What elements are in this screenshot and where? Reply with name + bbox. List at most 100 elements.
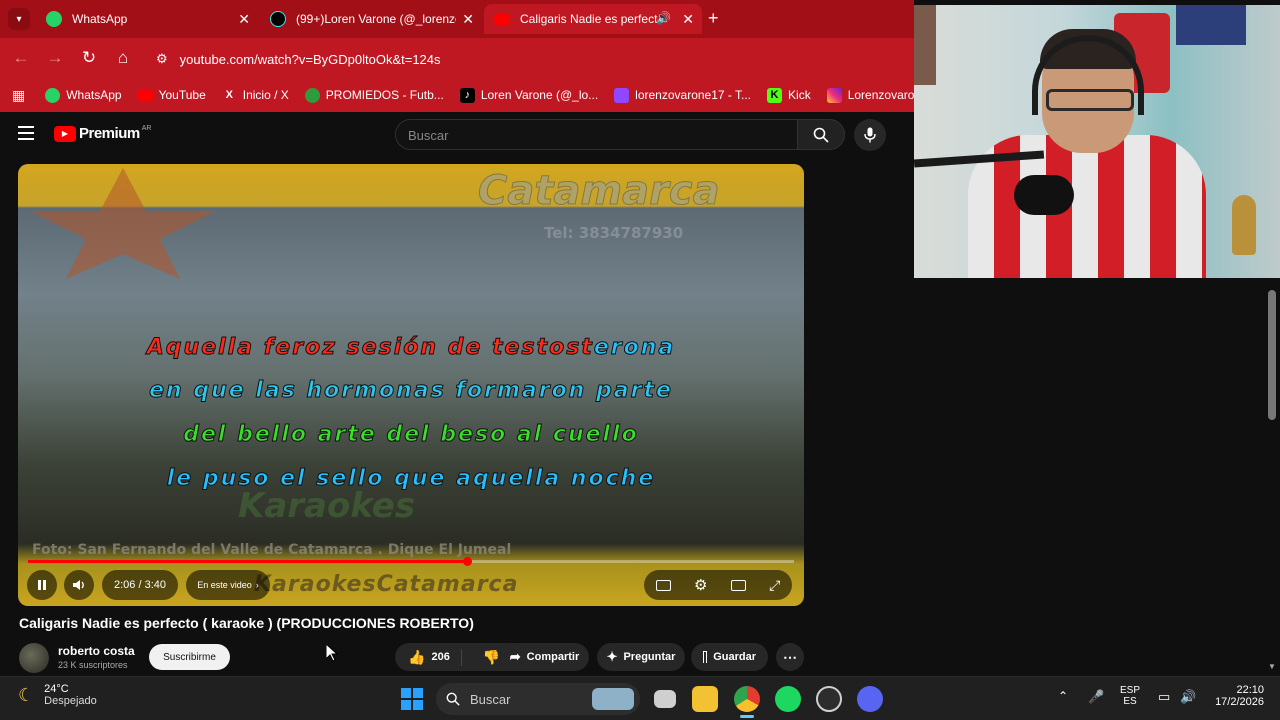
reload-button[interactable]: ↻	[72, 43, 106, 73]
bookmark-x[interactable]: X Inicio / X	[222, 88, 289, 103]
bookmark-promiedos[interactable]: PROMIEDOS - Futb...	[304, 87, 444, 103]
like-button[interactable]: 👍 206	[398, 648, 462, 666]
volume-tray-icon[interactable]: 🔊	[1180, 689, 1196, 705]
clock-date: 17/2/2026	[1215, 696, 1264, 708]
more-actions-button[interactable]: ⋯	[776, 643, 804, 671]
volume-icon	[73, 580, 84, 590]
scroll-down-icon[interactable]: ▼	[1268, 662, 1276, 671]
voice-search-button[interactable]	[854, 119, 886, 151]
back-button[interactable]: ←	[4, 43, 38, 73]
new-tab-button[interactable]: +	[708, 9, 719, 27]
search-button[interactable]	[797, 119, 845, 150]
clock[interactable]: 22:10 17/2/2026	[1206, 684, 1264, 708]
show-hidden-icons[interactable]: ⌃	[1058, 689, 1068, 703]
site-settings-icon[interactable]: ⚙	[156, 51, 168, 67]
tab-title: WhatsApp	[72, 12, 128, 26]
network-icon[interactable]: ▭	[1158, 689, 1170, 705]
search-highlight-icon	[592, 688, 634, 710]
search-input[interactable]: Buscar	[395, 119, 798, 150]
lyric-line-2: en que las hormonas formaron parte	[18, 378, 804, 404]
save-button[interactable]: Guardar	[691, 643, 768, 671]
youtube-icon	[494, 13, 510, 25]
progress-scrubber[interactable]	[462, 557, 472, 566]
share-label: Compartir	[526, 651, 580, 663]
obs-icon[interactable]	[816, 686, 842, 712]
play-pause-button[interactable]	[27, 570, 57, 600]
tab-tiktok[interactable]: (99+)Loren Varone (@_lorenzov ✕	[260, 4, 482, 34]
audio-playing-icon[interactable]: 🔊	[656, 11, 671, 25]
bookmark-whatsapp[interactable]: WhatsApp	[45, 87, 122, 103]
bookmark-kick[interactable]: K Kick	[767, 87, 811, 103]
ask-button[interactable]: ✦ Preguntar	[597, 643, 685, 671]
windows-start-icon[interactable]	[399, 686, 425, 712]
settings-icon[interactable]: ⚙	[694, 576, 707, 594]
watermark-phone: Tel: 3834787930	[544, 224, 684, 242]
background-shirt	[1176, 5, 1246, 45]
progress-bar[interactable]	[28, 560, 794, 563]
subscribe-button[interactable]: Suscribirme	[149, 644, 230, 670]
watermark-title: Catamarca	[478, 168, 721, 215]
lyric-sung-text: Aquella feroz sesión de testost	[146, 335, 594, 361]
search-icon	[813, 127, 829, 143]
lyric-line-1: Aquella feroz sesión de testosterona	[18, 335, 804, 361]
spotify-icon[interactable]	[775, 686, 801, 712]
close-icon[interactable]: ✕	[682, 11, 694, 28]
tiktok-icon	[270, 11, 286, 27]
bookmark-twitch[interactable]: lorenzovarone17 - T...	[614, 87, 751, 103]
miniplayer-icon[interactable]	[730, 579, 746, 591]
youtube-header: ▶ Premium AR Buscar	[0, 114, 914, 156]
subtitles-icon[interactable]	[655, 579, 671, 591]
windows-taskbar: ☾ 24°C Despejado Buscar ⌃ 🎤 ESP ES ▭ 🔊 2…	[0, 676, 1280, 720]
task-view-icon[interactable]	[654, 690, 676, 708]
webcam-overlay	[914, 5, 1280, 278]
tiktok-icon: ♪	[459, 87, 475, 103]
active-app-indicator	[740, 715, 754, 718]
in-video-button[interactable]: En este video ›	[186, 570, 270, 600]
share-button[interactable]: ➦ Compartir	[500, 643, 589, 671]
instagram-icon	[826, 87, 842, 103]
sparkle-icon: ✦	[606, 649, 618, 664]
progress-fill	[28, 560, 467, 563]
channel-avatar[interactable]	[19, 643, 49, 673]
close-icon[interactable]: ✕	[238, 11, 250, 28]
thumbs-up-icon: 👍	[408, 648, 426, 665]
tab-search-button[interactable]: ▾	[8, 8, 30, 30]
tab-youtube-video[interactable]: Caligaris Nadie es perfecto 🔊 ✕	[484, 4, 702, 34]
tab-whatsapp[interactable]: WhatsApp ✕	[36, 4, 258, 34]
microphone-icon	[1014, 175, 1074, 215]
channel-name[interactable]: roberto costa	[58, 644, 135, 658]
file-explorer-icon[interactable]	[692, 686, 718, 712]
microphone-tray-icon[interactable]: 🎤	[1088, 689, 1104, 705]
volume-button[interactable]	[64, 570, 94, 600]
forward-button[interactable]: →	[38, 43, 72, 73]
photo-caption: Foto: San Fernando del Valle de Catamarc…	[32, 542, 512, 558]
fullscreen-icon[interactable]: ⤢	[769, 577, 780, 594]
video-player[interactable]: Catamarca Tel: 3834787930 Aquella feroz …	[18, 164, 804, 606]
discord-icon[interactable]	[857, 686, 883, 712]
bookmark-icon	[703, 651, 708, 663]
watermark-karaoke: Karaokes	[238, 486, 416, 526]
bookmark-youtube[interactable]: YouTube	[137, 88, 206, 102]
address-bar[interactable]: ⚙ youtube.com/watch?v=ByGDp0ltoOk&t=124s	[146, 45, 914, 73]
language-indicator[interactable]: ESP ES	[1120, 685, 1140, 707]
apps-grid-icon[interactable]: ▦	[12, 87, 25, 104]
chrome-icon[interactable]	[734, 686, 760, 712]
url-text: youtube.com/watch?v=ByGDp0ltoOk&t=124s	[179, 51, 441, 67]
weather-widget[interactable]: ☾ 24°C Despejado	[18, 683, 97, 707]
bookmark-tiktok[interactable]: ♪ Loren Varone (@_lo...	[459, 87, 598, 103]
whatsapp-icon	[45, 87, 61, 103]
close-icon[interactable]: ✕	[462, 11, 474, 28]
page-scrollbar[interactable]	[1268, 290, 1276, 420]
home-button[interactable]: ⌂	[106, 43, 140, 73]
thumbs-down-icon: 👎	[482, 648, 501, 665]
video-title: Caligaris Nadie es perfecto ( karaoke ) …	[19, 615, 474, 631]
time-total: 3:40	[144, 579, 166, 591]
menu-icon[interactable]	[18, 126, 34, 140]
time-separator: /	[135, 579, 145, 591]
lyric-rest-text: en que las hormonas formaron parte	[149, 378, 673, 404]
taskbar-search[interactable]: Buscar	[436, 683, 640, 715]
moon-icon: ☾	[18, 684, 35, 705]
youtube-logo[interactable]: ▶ Premium AR	[54, 125, 151, 142]
lyric-rest-text: del bello arte del beso al cuello	[183, 422, 639, 448]
chevron-right-icon: ›	[255, 580, 259, 590]
